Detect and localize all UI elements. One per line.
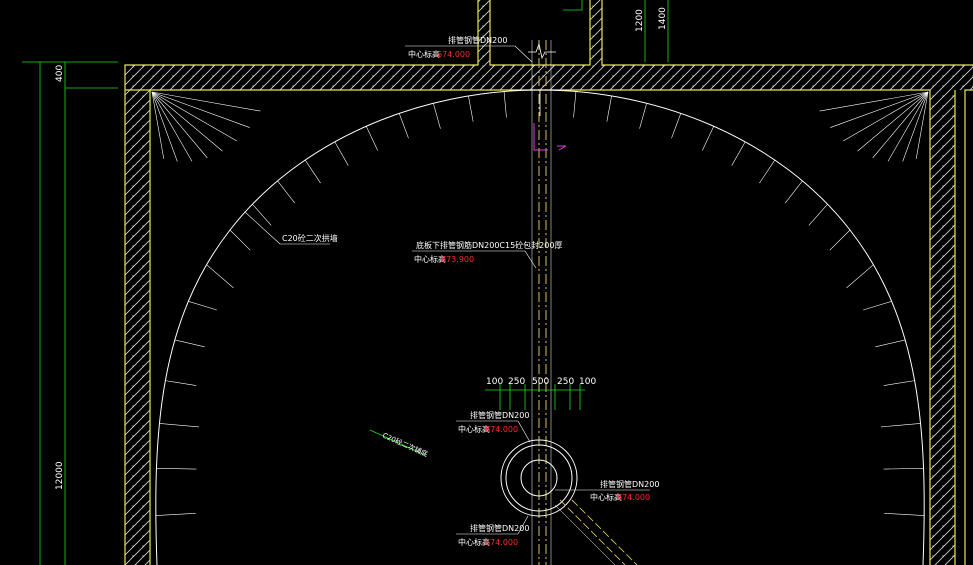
concrete-walls: [124, 0, 973, 565]
annotation-arch: C20砼二次拱墙: [244, 211, 338, 245]
diagonal-pipe: [559, 499, 638, 565]
spacing-dimension: 100 250 500 250 100: [485, 377, 596, 410]
annotation-top-pipe: 排管钢管DN200 中心标高 674.000: [405, 35, 533, 63]
centerlines: [528, 40, 556, 565]
annotation-center-pipe: 底板下排管钢筋DN200C15砼包封200厚 中心标高 673.900: [412, 240, 562, 269]
svg-text:674.000: 674.000: [485, 538, 518, 547]
svg-text:排管钢管DN200: 排管钢管DN200: [448, 35, 507, 45]
svg-text:排管钢管DN200: 排管钢管DN200: [470, 523, 529, 533]
left-wall: [125, 65, 150, 565]
spacing-100-left: 100: [486, 377, 503, 387]
svg-text:674.000: 674.000: [437, 50, 470, 59]
svg-text:排管钢管DN200: 排管钢管DN200: [470, 410, 529, 420]
spacing-250-right: 250: [557, 377, 574, 387]
top-dim-1200: 1200: [635, 9, 645, 32]
annotation-floor: C20砼二次铺底: [369, 429, 429, 459]
shaft-wall-right: [590, 0, 602, 65]
svg-text:C20砼二次拱墙: C20砼二次拱墙: [282, 233, 338, 243]
svg-text:673.900: 673.900: [441, 255, 474, 264]
overall-height-dim: 12000: [55, 461, 65, 490]
spacing-100-right: 100: [579, 377, 596, 387]
svg-text:底板下排管钢筋DN200C15砼包封200厚: 底板下排管钢筋DN200C15砼包封200厚: [416, 240, 562, 250]
svg-text:674.000: 674.000: [617, 493, 650, 502]
shaft-wall-left: [478, 0, 490, 65]
dimension-left: [22, 61, 118, 565]
svg-text:C20砼二次铺底: C20砼二次铺底: [381, 431, 429, 459]
wall-thickness-dim: 400: [55, 65, 65, 82]
top-slab: [125, 65, 973, 90]
svg-text:674.000: 674.000: [485, 425, 518, 434]
annotation-pipe-c: 排管钢管DN200 中心标高 674.000: [456, 515, 529, 547]
arch-lining: [151, 89, 929, 565]
svg-text:中心标高: 中心标高: [408, 49, 440, 59]
right-wall: [930, 90, 955, 565]
top-dim-1400: 1400: [658, 7, 668, 30]
svg-text:排管钢管DN200: 排管钢管DN200: [600, 479, 659, 489]
annotation-pipe-a: 排管钢管DN200 中心标高 674.000: [456, 410, 531, 443]
cad-drawing-canvas[interactable]: 400 12000 1200 1400 100 250 500 250 100: [0, 0, 973, 565]
spacing-250-left: 250: [508, 377, 525, 387]
spacing-500: 500: [532, 377, 549, 387]
